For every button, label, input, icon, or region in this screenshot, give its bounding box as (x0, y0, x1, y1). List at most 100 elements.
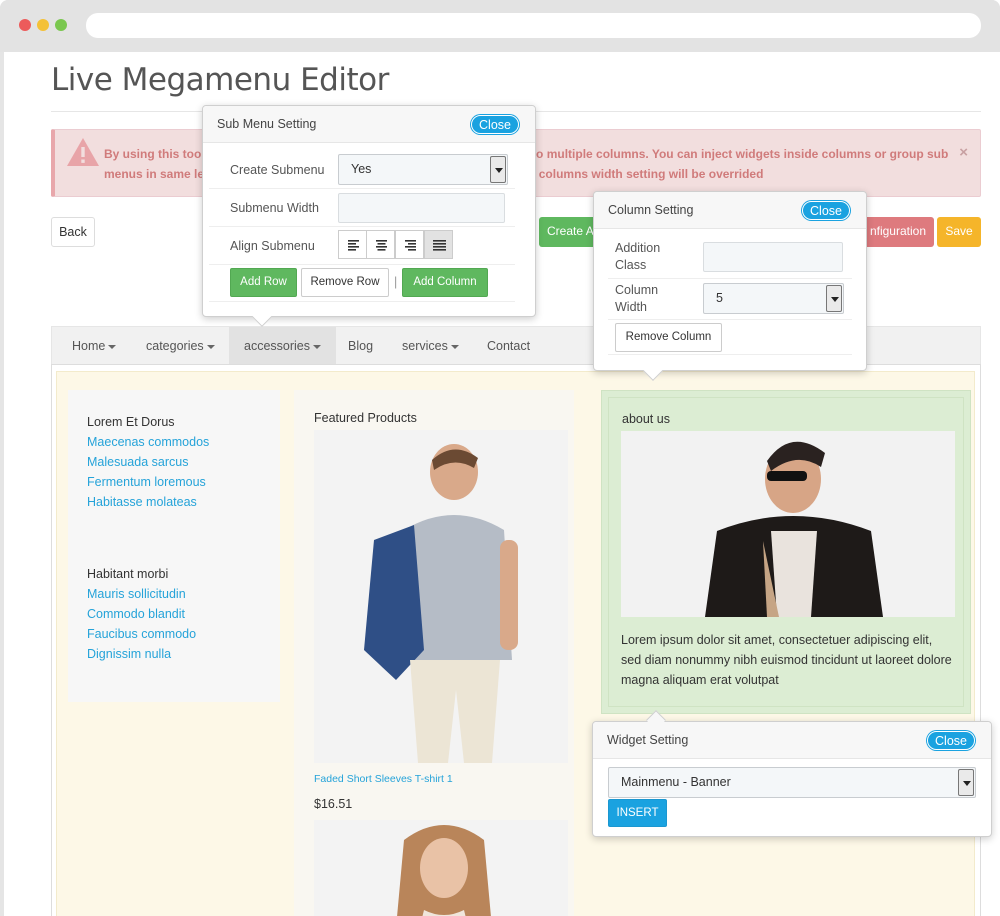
align-right-button[interactable] (395, 230, 424, 259)
widget-select[interactable]: Mainmenu - Banner (608, 767, 976, 798)
create-submenu-select[interactable]: Yes (338, 154, 508, 185)
product-image[interactable] (314, 430, 568, 763)
row-divider (209, 188, 515, 189)
page-title: Live Megamenu Editor (51, 62, 389, 98)
select-value: 5 (716, 291, 723, 305)
nav-item-label: Contact (487, 339, 531, 353)
submenu-column-products[interactable]: Featured Products Faded Short Sleeves T-… (294, 390, 574, 916)
create-submenu-label: Create Submenu (230, 163, 325, 177)
nav-item-categories[interactable]: categories (131, 327, 230, 365)
group-title: Habitant morbi (87, 567, 169, 581)
close-button[interactable]: Close (802, 201, 850, 220)
product-image-2[interactable] (314, 820, 568, 916)
align-submenu-label: Align Submenu (230, 239, 315, 253)
align-right-icon (405, 240, 416, 251)
align-left-icon (348, 240, 359, 251)
submenu-link[interactable]: Fermentum loremous (87, 472, 267, 492)
submenu-setting-popup: Sub Menu Setting Close Create Submenu Ye… (202, 105, 536, 327)
nav-item-label: accessories (244, 339, 310, 353)
nav-item-label: categories (146, 339, 204, 353)
submenu-link[interactable]: Malesuada sarcus (87, 452, 267, 472)
submenu-link[interactable]: Mauris sollicitudin (87, 584, 267, 604)
column-setting-popup: Column Setting Close Addition Class Colu… (593, 191, 867, 381)
nav-item-home[interactable]: Home (57, 327, 131, 365)
column-title: about us (622, 412, 670, 426)
chevron-down-icon (826, 285, 842, 312)
select-value: Mainmenu - Banner (621, 775, 731, 789)
align-justify-icon (433, 240, 446, 251)
link-group: Lorem Et Dorus Maecenas commodos Malesua… (87, 412, 267, 512)
submenu-column-links[interactable]: Lorem Et Dorus Maecenas commodos Malesua… (68, 390, 280, 702)
row-divider (209, 301, 515, 302)
chevron-down-icon (490, 156, 506, 183)
about-image[interactable] (621, 431, 955, 617)
page-viewport: Live Megamenu Editor By using this tool … (4, 52, 1000, 916)
product-price: $16.51 (314, 797, 353, 811)
browser-window: Live Megamenu Editor By using this tool … (0, 0, 1000, 916)
save-button[interactable]: Save (937, 217, 981, 247)
row-divider (608, 278, 852, 279)
submenu-link[interactable]: Dignissim nulla (87, 644, 267, 664)
insert-button[interactable]: INSERT (608, 799, 667, 827)
remove-column-button[interactable]: Remove Column (615, 323, 722, 352)
addition-class-label: Addition Class (615, 241, 661, 272)
nav-item-label: services (402, 339, 448, 353)
remove-row-button[interactable]: Remove Row (301, 268, 389, 297)
close-button[interactable]: Close (471, 115, 519, 134)
create-button[interactable]: Create A (539, 217, 601, 247)
caret-down-icon (108, 344, 117, 349)
row-divider (608, 319, 852, 320)
browser-toolbar (0, 0, 1000, 52)
woman-image (314, 820, 568, 916)
submenu-width-label: Submenu Width (230, 201, 319, 215)
widget-setting-popup: Widget Setting Close Mainmenu - Banner I… (592, 721, 992, 837)
popup-header: Sub Menu Setting Close (203, 106, 535, 143)
row-divider (209, 264, 515, 265)
warning-icon (67, 138, 99, 166)
nav-item-accessories[interactable]: accessories (229, 327, 336, 365)
align-justify-button[interactable] (424, 230, 453, 259)
product-name-link[interactable]: Faded Short Sleeves T-shirt 1 (314, 773, 453, 785)
select-value: Yes (351, 162, 372, 176)
caret-down-icon (206, 344, 215, 349)
submenu-column-about[interactable]: about us Lorem ipsum dolor sit amet, con… (601, 390, 971, 714)
address-bar[interactable] (86, 13, 981, 38)
submenu-link[interactable]: Habitasse molateas (87, 492, 267, 512)
chevron-down-icon (958, 769, 974, 796)
align-left-button[interactable] (338, 230, 367, 259)
add-row-button[interactable]: Add Row (230, 268, 297, 297)
maximize-window-dot[interactable] (55, 19, 67, 31)
align-center-button[interactable] (366, 230, 395, 259)
popup-title: Column Setting (608, 203, 694, 217)
nav-item-contact[interactable]: Contact (472, 327, 545, 365)
nav-item-blog[interactable]: Blog (333, 327, 388, 365)
align-center-icon (376, 240, 387, 251)
align-button-group (338, 230, 454, 259)
caret-down-icon (313, 344, 321, 349)
submenu-link[interactable]: Maecenas commodos (87, 432, 267, 452)
nav-item-services[interactable]: services (387, 327, 474, 365)
close-button[interactable]: Close (927, 731, 975, 750)
alert-close-icon[interactable]: × (959, 144, 968, 161)
add-column-button[interactable]: Add Column (402, 268, 488, 297)
popup-header: Column Setting Close (594, 192, 866, 229)
minimize-window-dot[interactable] (37, 19, 49, 31)
column-width-label: Column Width (615, 283, 659, 314)
close-window-dot[interactable] (19, 19, 31, 31)
submenu-width-input[interactable] (338, 193, 505, 223)
submenu-link[interactable]: Commodo blandit (87, 604, 267, 624)
configuration-button[interactable]: nfiguration (860, 217, 934, 247)
group-title: Lorem Et Dorus (87, 415, 175, 429)
caret-down-icon (450, 344, 459, 349)
column-width-select[interactable]: 5 (703, 283, 844, 314)
back-button[interactable]: Back (51, 217, 95, 247)
about-text: Lorem ipsum dolor sit amet, consectetuer… (621, 633, 952, 687)
addition-class-input[interactable] (703, 242, 843, 272)
man-tshirt-image (314, 430, 568, 763)
button-separator: | (394, 275, 398, 289)
nav-item-label: Blog (348, 339, 374, 353)
popup-pointer (252, 307, 272, 327)
link-group: Habitant morbi Mauris sollicitudin Commo… (87, 564, 267, 664)
popup-title: Widget Setting (607, 733, 689, 747)
submenu-link[interactable]: Faucibus commodo (87, 624, 267, 644)
